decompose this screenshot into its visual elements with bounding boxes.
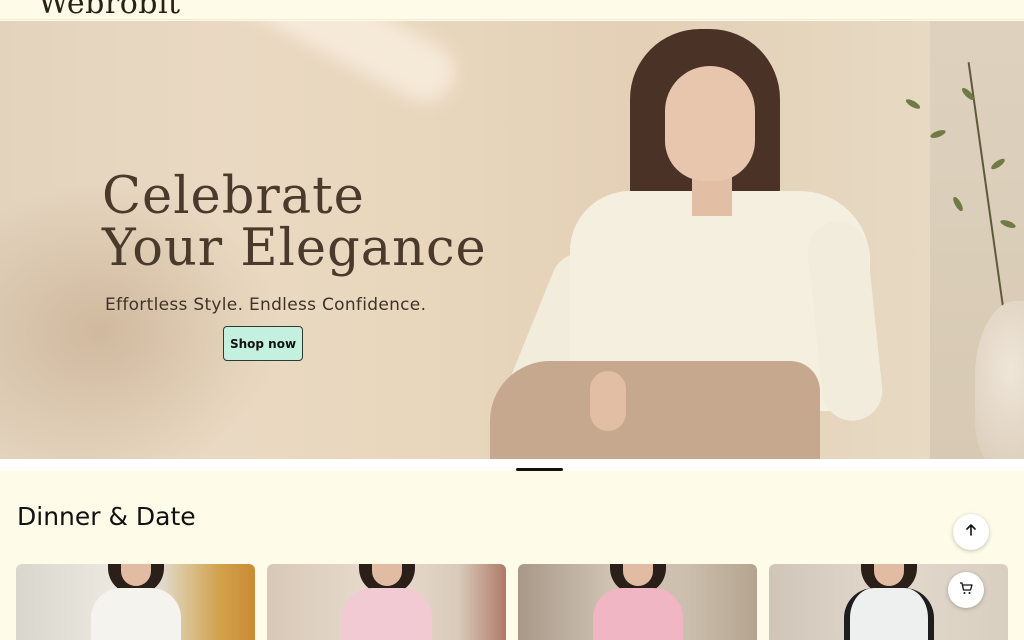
hero-model-image: [460, 21, 920, 459]
product-card[interactable]: [267, 564, 506, 640]
product-card[interactable]: [16, 564, 255, 640]
hero-subtitle: Effortless Style. Endless Confidence.: [105, 295, 427, 315]
hero-title-line2: Your Elegance: [102, 219, 487, 278]
site-header: Webrobit: [0, 0, 1024, 20]
carousel-indicators: [0, 459, 1024, 471]
product-card[interactable]: [518, 564, 757, 640]
cart-button[interactable]: [948, 572, 984, 608]
hero-light: [154, 21, 466, 113]
cart-icon: [959, 581, 973, 600]
logo[interactable]: Webrobit: [38, 0, 181, 19]
hero-title: Celebrate Your Elegance: [102, 171, 487, 275]
hero-banner: Celebrate Your Elegance Effortless Style…: [0, 21, 1024, 459]
hero-title-line1: Celebrate: [102, 167, 365, 226]
carousel-indicator-active[interactable]: [516, 468, 563, 471]
arrow-up-icon: [964, 523, 978, 542]
scroll-to-top-button[interactable]: [953, 514, 989, 550]
shop-now-button[interactable]: Shop now: [223, 326, 303, 361]
section-title: Dinner & Date: [17, 502, 196, 531]
